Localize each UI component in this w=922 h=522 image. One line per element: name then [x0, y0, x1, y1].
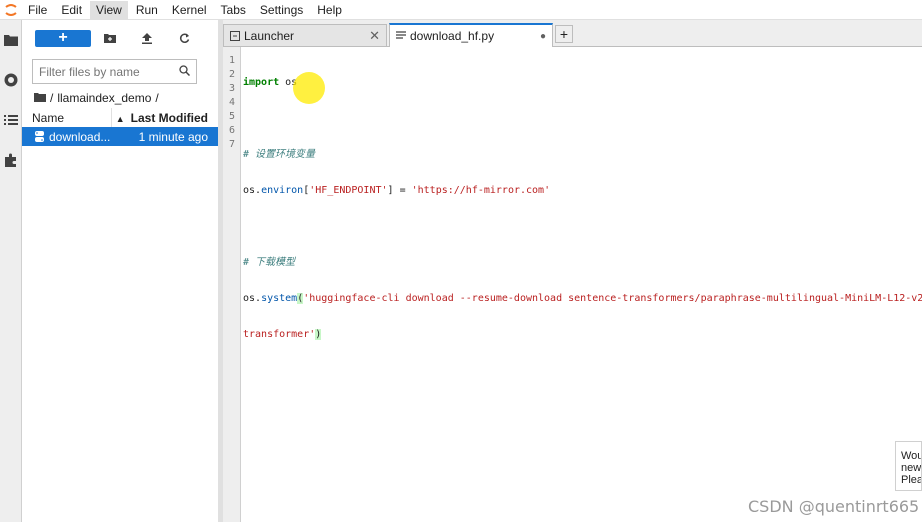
menu-settings[interactable]: Settings: [254, 1, 309, 19]
breadcrumb: / llamaindex_demo /: [34, 90, 218, 106]
file-list-header: Name ▲ Last Modified: [22, 107, 218, 128]
tab-download-hf-label: download_hf.py: [410, 29, 495, 43]
menu-help[interactable]: Help: [311, 1, 348, 19]
activity-bar: [0, 20, 22, 522]
os-ref: os.: [243, 185, 262, 196]
menu-kernel[interactable]: Kernel: [166, 1, 213, 19]
file-browser-panel: + Filter files by name / llamaindex_demo…: [22, 20, 218, 522]
menu-edit[interactable]: Edit: [55, 1, 88, 19]
add-tab-button[interactable]: +: [555, 25, 573, 43]
file-modified: 1 minute ago: [138, 129, 208, 144]
tab-launcher-label: Launcher: [244, 28, 295, 43]
puzzle-icon[interactable]: [0, 140, 22, 180]
comment-download: # 下载模型: [243, 257, 296, 268]
line-number: 2: [228, 69, 236, 80]
filter-placeholder: Filter files by name: [39, 64, 140, 79]
jupyter-logo-icon: [0, 0, 22, 20]
menu-run[interactable]: Run: [130, 1, 164, 19]
code-line-7-wrap: transformer'): [243, 328, 922, 342]
line-number: 1: [228, 55, 236, 66]
folder-icon[interactable]: [0, 20, 22, 60]
env-key-string: 'HF_ENDPOINT': [309, 185, 388, 196]
line-number: 6: [228, 125, 236, 136]
menu-tabs[interactable]: Tabs: [215, 1, 252, 19]
list-icon[interactable]: [0, 100, 22, 140]
line-number-gutter: 1 2 3 4 5 6 7: [223, 47, 241, 522]
tab-download-hf[interactable]: download_hf.py ●: [389, 23, 553, 47]
close-tab-icon[interactable]: ✕: [369, 28, 380, 44]
line-number: 4: [228, 97, 236, 108]
home-folder-icon[interactable]: [34, 91, 46, 105]
menu-file[interactable]: File: [22, 1, 53, 19]
breadcrumb-root[interactable]: /: [50, 91, 53, 105]
file-icon: [396, 31, 406, 41]
new-folder-icon[interactable]: [92, 28, 128, 48]
line-number: 3: [228, 83, 236, 94]
column-name[interactable]: Name: [22, 107, 112, 128]
notification-toast[interactable]: Wou new Plea: [895, 441, 922, 491]
code-line-6: # 下载模型: [243, 256, 922, 270]
mouse-cursor-highlight: [293, 72, 325, 104]
python-file-icon: [34, 131, 45, 142]
unsaved-dot-icon[interactable]: ●: [540, 31, 546, 42]
tab-bar: Launcher ✕ download_hf.py ● +: [223, 20, 922, 47]
breadcrumb-trailing: /: [155, 91, 159, 105]
code-line-7: os.system('huggingface-cli download --re…: [243, 292, 922, 306]
code-editor[interactable]: 1 2 3 4 5 6 7 import os # 设置环境变量 os.envi…: [223, 47, 922, 522]
search-icon: [179, 64, 191, 79]
code-line-1: import os: [243, 76, 922, 90]
line-number: 5: [228, 111, 236, 122]
file-name: download...: [49, 129, 111, 144]
menu-bar: File Edit View Run Kernel Tabs Settings …: [0, 0, 922, 20]
refresh-icon[interactable]: [166, 28, 202, 48]
file-row[interactable]: download... 1 minute ago: [22, 127, 218, 146]
new-launcher-button[interactable]: +: [35, 29, 91, 47]
code-content[interactable]: import os # 设置环境变量 os.environ['HF_ENDPOI…: [243, 54, 922, 364]
code-line-4: os.environ['HF_ENDPOINT'] = 'https://hf-…: [243, 184, 922, 198]
command-string-wrap: transformer': [243, 329, 316, 340]
keyword-import: import: [243, 77, 280, 88]
os-ref: os.: [243, 293, 262, 304]
comment-set-env: # 设置环境变量: [243, 149, 316, 160]
upload-icon[interactable]: [129, 28, 165, 48]
paren-close: ): [315, 329, 322, 340]
file-browser-toolbar: +: [22, 20, 218, 56]
command-string: 'huggingface-cli download --resume-downl…: [303, 293, 922, 304]
env-value-string: 'https://hf-mirror.com': [411, 185, 551, 196]
code-line-3: # 设置环境变量: [243, 148, 922, 162]
filter-files-input[interactable]: Filter files by name: [32, 59, 197, 84]
watermark: CSDN @quentinrt665: [748, 497, 920, 516]
launcher-icon: [230, 30, 240, 41]
menu-view[interactable]: View: [90, 0, 128, 19]
sort-ascending-icon: ▲: [115, 113, 125, 124]
column-last-modified-label: Last Modified: [130, 110, 208, 125]
line-number: 7: [228, 139, 236, 150]
running-icon[interactable]: [0, 60, 22, 100]
column-last-modified[interactable]: ▲ Last Modified: [112, 108, 218, 128]
assign-op: ] =: [387, 185, 412, 196]
system-attr: system: [261, 293, 298, 304]
environ-attr: environ: [261, 185, 304, 196]
tab-launcher[interactable]: Launcher ✕: [223, 24, 387, 46]
breadcrumb-folder[interactable]: llamaindex_demo: [57, 91, 151, 105]
